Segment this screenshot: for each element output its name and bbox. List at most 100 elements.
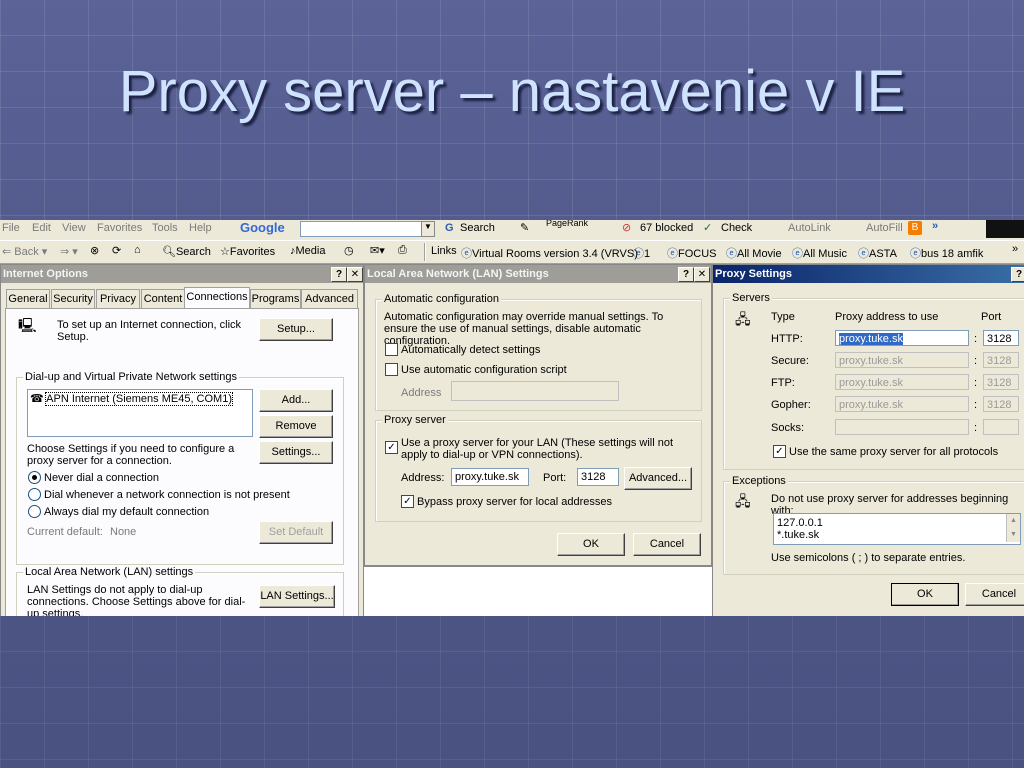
popup-blocked-count[interactable]: 67 blocked (640, 222, 693, 234)
dialup-group-label: Dial-up and Virtual Private Network sett… (23, 371, 239, 383)
link-focus[interactable]: ⓔFOCUS (667, 245, 717, 261)
link-bus-label: bus 18 amfik (921, 248, 984, 260)
bypass-local-checkbox[interactable]: ✓ (401, 495, 414, 508)
google-search-input[interactable] (300, 221, 422, 237)
home-icon[interactable]: ⌂ (134, 244, 141, 256)
toolbar-separator (424, 243, 426, 261)
list-item[interactable]: ☎ APN Internet (Siemens ME45, COM1) (30, 392, 233, 406)
colon-separator: : (974, 355, 978, 367)
mail-icon[interactable]: ✉▾ (370, 244, 385, 257)
proxy-cancel-button[interactable]: Cancel (965, 583, 1024, 606)
proxy-port-input[interactable]: 3128 (577, 468, 619, 486)
tab-connections[interactable]: Connections (184, 287, 250, 309)
google-logo[interactable]: Google (240, 220, 285, 235)
col-port-header: Port (981, 311, 1002, 323)
connection-list[interactable]: ☎ APN Internet (Siemens ME45, COM1) (27, 389, 253, 437)
menu-file[interactable]: File (2, 222, 20, 234)
link-all-music-label: All Music (803, 248, 848, 260)
link-vrvs[interactable]: ⓔVirtual Rooms version 3.4 (VRVS) (461, 245, 638, 261)
auto-script-checkbox[interactable] (385, 363, 398, 376)
menu-tools[interactable]: Tools (152, 222, 178, 234)
tab-privacy[interactable]: Privacy (96, 289, 140, 308)
link-asta[interactable]: ⓔASTA (858, 245, 897, 261)
socks-port-input[interactable] (983, 419, 1019, 435)
gopher-address-input[interactable]: proxy.tuke.sk (835, 396, 969, 412)
toolbar: ⇐ Back ▾ ⇒ ▾ ⊗ ⟳ ⌂ 🔍︎Search ☆Favorites ♪… (0, 240, 1024, 264)
http-address-input[interactable]: proxy.tuke.sk (835, 330, 969, 346)
close-icon[interactable]: ✕ (347, 267, 363, 282)
secure-port-input[interactable]: 3128 (983, 352, 1019, 368)
link-all-movie[interactable]: ⓔAll Movie (726, 245, 782, 261)
secure-address-input[interactable]: proxy.tuke.sk (835, 352, 969, 368)
script-address-input[interactable] (451, 381, 619, 401)
ie-page-icon: ⓔ (726, 248, 737, 260)
tab-content[interactable]: Content (141, 289, 185, 308)
add-connection-button[interactable]: Add... (259, 389, 333, 412)
help-icon[interactable]: ? (331, 267, 347, 282)
google-search-button[interactable]: Search (460, 222, 495, 234)
tab-programs[interactable]: Programs (250, 289, 301, 308)
settings-button[interactable]: Settings... (259, 441, 333, 464)
proxy-settings-dialog: Proxy Settings ? Servers 🖧 Type Proxy ad… (712, 264, 1024, 616)
print-icon[interactable]: ⎙ (398, 244, 407, 257)
col-type-header: Type (771, 311, 795, 323)
more-chevron-icon[interactable]: » (932, 220, 938, 232)
proxy-address-input[interactable]: proxy.tuke.sk (451, 468, 529, 486)
menu-favorites[interactable]: Favorites (97, 222, 142, 234)
current-default-label: Current default: (27, 526, 103, 538)
ftp-address-input[interactable]: proxy.tuke.sk (835, 374, 969, 390)
chevron-down-icon[interactable]: ▼ (421, 221, 435, 237)
autofill-button[interactable]: AutoFill (866, 222, 903, 234)
favorites-toolbar-button[interactable]: ☆Favorites (220, 245, 275, 258)
lan-ok-button[interactable]: OK (557, 533, 625, 556)
remove-connection-button[interactable]: Remove (259, 415, 333, 438)
tab-security[interactable]: Security (51, 289, 95, 308)
spellcheck-button[interactable]: Check (721, 222, 752, 234)
set-default-button[interactable]: Set Default (259, 521, 333, 544)
link-all-music[interactable]: ⓔAll Music (792, 245, 847, 261)
auto-detect-checkbox[interactable] (385, 343, 398, 356)
script-address-label: Address (401, 387, 442, 399)
ftp-port-input[interactable]: 3128 (983, 374, 1019, 390)
close-icon[interactable]: ✕ (694, 267, 710, 282)
back-button[interactable]: ⇐ Back ▾ (2, 245, 47, 258)
more-links-icon[interactable]: » (1012, 243, 1018, 255)
radio-dial-whenever[interactable] (28, 488, 41, 501)
media-toolbar-button[interactable]: ♪Media (290, 245, 325, 257)
http-port-input[interactable]: 3128 (983, 330, 1019, 346)
autolink-button[interactable]: AutoLink (788, 222, 831, 234)
link-bus[interactable]: ⓔbus 18 amfik (910, 245, 983, 261)
help-icon[interactable]: ? (1011, 267, 1024, 282)
exceptions-textarea[interactable]: 127.0.0.1 *.tuke.sk ▲ ▼ (773, 513, 1021, 545)
menu-view[interactable]: View (62, 222, 86, 234)
use-proxy-checkbox[interactable]: ✓ (385, 441, 398, 454)
blogger-icon[interactable]: B (908, 221, 922, 235)
stop-icon[interactable]: ⊗ (90, 244, 99, 257)
history-icon[interactable]: ◷ (344, 244, 354, 257)
auto-detect-label: Automatically detect settings (401, 344, 541, 356)
menu-help[interactable]: Help (189, 222, 212, 234)
refresh-icon[interactable]: ⟳ (112, 244, 121, 257)
gopher-port-input[interactable]: 3128 (983, 396, 1019, 412)
row-secure-type: Secure: (771, 355, 809, 367)
tab-general[interactable]: General (6, 289, 50, 308)
advanced-button[interactable]: Advanced... (624, 467, 692, 490)
radio-never-dial[interactable] (28, 471, 41, 484)
same-proxy-checkbox[interactable]: ✓ (773, 445, 786, 458)
lan-cancel-button[interactable]: Cancel (633, 533, 701, 556)
help-icon[interactable]: ? (678, 267, 694, 282)
popup-blocker-icon: ⊘ (622, 222, 632, 234)
exceptions-scrollbar[interactable]: ▲ ▼ (1006, 514, 1020, 542)
link-1[interactable]: ⓔ1 (633, 245, 650, 261)
socks-address-input[interactable] (835, 419, 969, 435)
http-address-selected: proxy.tuke.sk (839, 333, 903, 345)
lan-settings-button[interactable]: LAN Settings... (259, 585, 335, 608)
setup-button[interactable]: Setup... (259, 318, 333, 341)
google-g-icon: G (445, 222, 454, 234)
proxy-ok-button[interactable]: OK (891, 583, 959, 606)
radio-always-dial[interactable] (28, 505, 41, 518)
tab-advanced[interactable]: Advanced (301, 289, 358, 308)
menu-edit[interactable]: Edit (32, 222, 51, 234)
search-toolbar-button[interactable]: 🔍︎Search (162, 245, 211, 258)
forward-button[interactable]: ⇒ ▾ (60, 245, 78, 258)
